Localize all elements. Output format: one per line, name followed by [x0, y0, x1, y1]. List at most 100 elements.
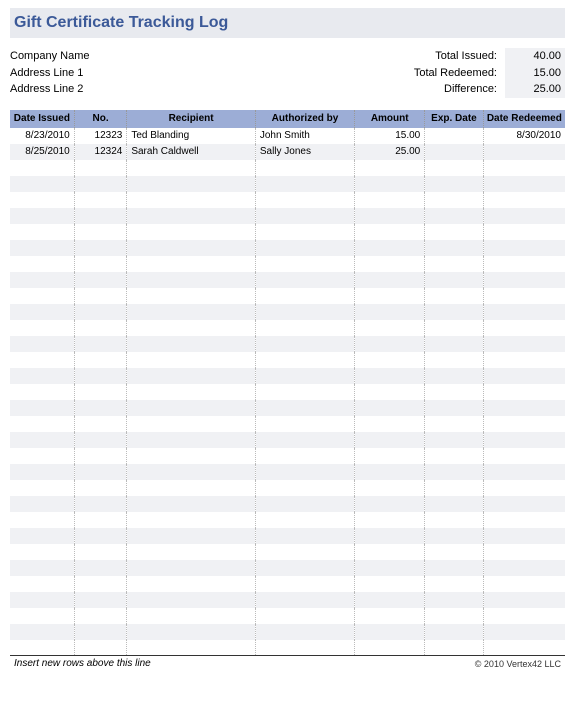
table-cell[interactable] — [127, 224, 256, 240]
table-cell[interactable] — [355, 544, 425, 560]
table-cell[interactable] — [10, 208, 74, 224]
table-cell[interactable] — [74, 176, 127, 192]
table-cell[interactable] — [10, 384, 74, 400]
table-cell[interactable] — [74, 240, 127, 256]
table-cell[interactable] — [74, 384, 127, 400]
table-cell[interactable] — [355, 496, 425, 512]
table-cell[interactable] — [74, 464, 127, 480]
table-cell[interactable] — [255, 352, 354, 368]
table-cell[interactable] — [355, 512, 425, 528]
table-cell[interactable] — [425, 400, 483, 416]
table-cell[interactable] — [10, 512, 74, 528]
table-cell[interactable] — [127, 432, 256, 448]
table-cell[interactable] — [255, 208, 354, 224]
table-cell[interactable] — [10, 176, 74, 192]
table-cell[interactable] — [74, 352, 127, 368]
table-cell[interactable] — [355, 352, 425, 368]
table-cell[interactable] — [355, 640, 425, 656]
table-cell[interactable] — [255, 512, 354, 528]
table-cell[interactable] — [255, 176, 354, 192]
table-cell[interactable] — [425, 416, 483, 432]
table-cell[interactable] — [425, 544, 483, 560]
table-cell[interactable] — [10, 304, 74, 320]
table-cell[interactable] — [355, 320, 425, 336]
table-cell[interactable] — [127, 336, 256, 352]
table-cell[interactable] — [255, 336, 354, 352]
table-cell[interactable] — [10, 480, 74, 496]
table-cell[interactable] — [74, 416, 127, 432]
table-cell[interactable] — [255, 240, 354, 256]
table-cell[interactable] — [255, 432, 354, 448]
table-cell[interactable] — [483, 576, 565, 592]
table-cell[interactable] — [255, 480, 354, 496]
table-cell[interactable] — [10, 448, 74, 464]
table-cell[interactable] — [483, 160, 565, 176]
table-cell[interactable] — [483, 352, 565, 368]
table-cell[interactable] — [425, 624, 483, 640]
table-cell[interactable] — [10, 336, 74, 352]
table-cell[interactable]: 8/25/2010 — [10, 144, 74, 160]
table-cell[interactable] — [10, 192, 74, 208]
table-cell[interactable] — [425, 480, 483, 496]
table-cell[interactable] — [425, 352, 483, 368]
table-cell[interactable] — [355, 288, 425, 304]
table-cell[interactable] — [425, 320, 483, 336]
table-cell[interactable] — [425, 464, 483, 480]
table-cell[interactable]: 15.00 — [355, 128, 425, 144]
table-cell[interactable] — [10, 608, 74, 624]
table-cell[interactable] — [425, 240, 483, 256]
table-cell[interactable] — [425, 128, 483, 144]
table-cell[interactable] — [10, 368, 74, 384]
table-cell[interactable] — [74, 480, 127, 496]
table-cell[interactable] — [355, 432, 425, 448]
table-cell[interactable] — [127, 496, 256, 512]
table-cell[interactable] — [74, 224, 127, 240]
table-cell[interactable] — [127, 272, 256, 288]
table-cell[interactable] — [255, 304, 354, 320]
table-cell[interactable] — [127, 256, 256, 272]
table-cell[interactable] — [355, 368, 425, 384]
table-cell[interactable] — [425, 608, 483, 624]
table-cell[interactable]: 8/23/2010 — [10, 128, 74, 144]
table-cell[interactable] — [255, 608, 354, 624]
table-cell[interactable] — [74, 432, 127, 448]
table-cell[interactable] — [255, 320, 354, 336]
table-cell[interactable] — [74, 304, 127, 320]
table-cell[interactable] — [255, 464, 354, 480]
table-cell[interactable] — [127, 304, 256, 320]
table-cell[interactable] — [127, 528, 256, 544]
table-cell[interactable] — [74, 576, 127, 592]
table-cell[interactable] — [74, 320, 127, 336]
table-cell[interactable] — [255, 272, 354, 288]
table-cell[interactable] — [74, 640, 127, 656]
table-cell[interactable] — [10, 624, 74, 640]
table-cell[interactable] — [355, 208, 425, 224]
table-cell[interactable] — [255, 592, 354, 608]
table-cell[interactable] — [425, 288, 483, 304]
table-cell[interactable] — [127, 512, 256, 528]
table-cell[interactable] — [425, 336, 483, 352]
table-cell[interactable] — [127, 640, 256, 656]
table-cell[interactable] — [127, 576, 256, 592]
table-cell[interactable] — [74, 160, 127, 176]
table-cell[interactable] — [483, 400, 565, 416]
table-cell[interactable] — [74, 288, 127, 304]
table-cell[interactable] — [425, 144, 483, 160]
table-cell[interactable] — [425, 208, 483, 224]
table-cell[interactable] — [483, 304, 565, 320]
table-cell[interactable] — [483, 240, 565, 256]
table-cell[interactable] — [74, 368, 127, 384]
table-cell[interactable] — [483, 544, 565, 560]
table-cell[interactable] — [255, 224, 354, 240]
table-cell[interactable] — [355, 240, 425, 256]
table-cell[interactable] — [10, 464, 74, 480]
table-cell[interactable] — [355, 592, 425, 608]
table-cell[interactable] — [425, 192, 483, 208]
table-cell[interactable] — [74, 512, 127, 528]
table-cell[interactable] — [355, 272, 425, 288]
table-cell[interactable]: 12324 — [74, 144, 127, 160]
table-cell[interactable] — [355, 336, 425, 352]
table-cell[interactable] — [10, 288, 74, 304]
table-cell[interactable]: Sarah Caldwell — [127, 144, 256, 160]
table-cell[interactable] — [127, 448, 256, 464]
